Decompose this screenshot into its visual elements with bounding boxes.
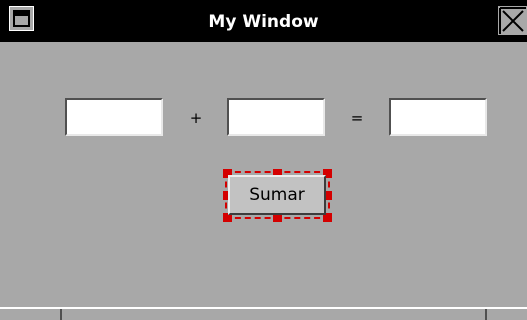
status-divider	[485, 309, 487, 320]
operand1-field[interactable]	[65, 98, 163, 136]
window-menu-button[interactable]	[9, 6, 34, 31]
close-icon	[499, 7, 526, 34]
app-window: My Window + = Sumar	[0, 0, 527, 320]
window-title: My Window	[208, 12, 319, 32]
sumar-button[interactable]: Sumar	[228, 175, 326, 215]
close-button[interactable]	[498, 6, 527, 35]
window-menu-icon	[13, 10, 30, 27]
result-field[interactable]	[389, 98, 487, 136]
title-bar[interactable]: My Window	[0, 0, 527, 42]
plus-operator-label: +	[189, 109, 203, 127]
status-bar	[0, 307, 527, 320]
operand2-field[interactable]	[227, 98, 325, 136]
equals-operator-label: =	[350, 109, 364, 127]
status-divider	[60, 309, 62, 320]
